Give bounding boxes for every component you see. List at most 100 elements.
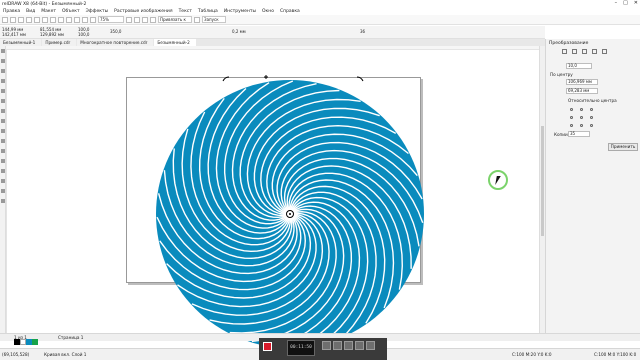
copies-label: Копии: bbox=[554, 132, 570, 137]
publish-pdf-icon[interactable] bbox=[90, 16, 96, 23]
cursor-coordinates: (69,105,528) bbox=[2, 352, 30, 357]
property-bar: 144,99 мм 142,417 мм 81,554 мм 129,892 м… bbox=[0, 26, 545, 39]
artistic-media-icon[interactable] bbox=[1, 99, 5, 103]
rotation-handle-right bbox=[356, 76, 364, 82]
horizontal-ruler bbox=[6, 46, 539, 50]
crop-tool-icon[interactable] bbox=[1, 69, 5, 73]
zoom-tool-icon[interactable] bbox=[1, 79, 5, 83]
settings-button[interactable] bbox=[366, 341, 375, 350]
page-tab[interactable]: Страница 1 bbox=[58, 335, 83, 340]
grid-icon[interactable] bbox=[142, 16, 148, 23]
draw-button[interactable] bbox=[333, 341, 342, 350]
pick-tool-icon[interactable] bbox=[1, 49, 5, 53]
pause-button[interactable] bbox=[322, 341, 331, 350]
mic-button[interactable] bbox=[355, 341, 364, 350]
text-tool-icon[interactable] bbox=[1, 139, 5, 143]
window-title: reIDRAW X8 (64-Bit) - Безымянный-2 bbox=[2, 1, 87, 7]
y-position-field[interactable]: 142,417 мм bbox=[2, 32, 26, 37]
rotation-field[interactable]: 350,0 bbox=[110, 29, 121, 34]
import-icon[interactable] bbox=[74, 16, 80, 23]
eyedropper-tool-icon[interactable] bbox=[1, 189, 5, 193]
center-marker-dot bbox=[289, 213, 291, 215]
print-icon[interactable] bbox=[26, 16, 32, 23]
transform-modes bbox=[562, 49, 607, 54]
menu-help[interactable]: Справка bbox=[280, 9, 300, 14]
tab-untitled-2[interactable]: Безымянный-2 bbox=[154, 39, 196, 46]
menu-object[interactable]: Объект bbox=[62, 9, 80, 14]
tab-step-and-repeat[interactable]: Многократное повторение.cdr bbox=[77, 39, 154, 46]
connector-tool-icon[interactable] bbox=[1, 169, 5, 173]
outline-info: C:100 M:0 Y:100 K:0 bbox=[594, 352, 637, 357]
close-button[interactable]: ✕ bbox=[634, 0, 638, 6]
menu-view[interactable]: Вид bbox=[26, 9, 35, 14]
rotate-mode-icon[interactable] bbox=[572, 49, 577, 54]
copy-icon[interactable] bbox=[42, 16, 48, 23]
rectangle-tool-icon[interactable] bbox=[1, 109, 5, 113]
options-gear-icon[interactable] bbox=[194, 16, 200, 23]
tab-example[interactable]: Пример.cdr bbox=[42, 39, 77, 46]
rulers-icon[interactable] bbox=[134, 16, 140, 23]
polygon-tool-icon[interactable] bbox=[1, 129, 5, 133]
scale-y-field[interactable]: 100,0 bbox=[78, 32, 89, 37]
fullscreen-icon[interactable] bbox=[126, 16, 132, 23]
open-icon[interactable] bbox=[10, 16, 16, 23]
nib-field[interactable]: 36 bbox=[360, 29, 365, 34]
document-palette bbox=[14, 339, 38, 345]
title-bar: reIDRAW X8 (64-Bit) - Безымянный-2 – □ ✕ bbox=[0, 0, 640, 8]
skew-mode-icon[interactable] bbox=[602, 49, 607, 54]
position-mode-icon[interactable] bbox=[562, 49, 567, 54]
menu-effects[interactable]: Эффекты bbox=[86, 9, 109, 14]
save-icon[interactable] bbox=[18, 16, 24, 23]
window-controls: – □ ✕ bbox=[615, 0, 638, 6]
shape-tool-icon[interactable] bbox=[1, 59, 5, 63]
freehand-tool-icon[interactable] bbox=[1, 89, 5, 93]
redo-icon[interactable] bbox=[66, 16, 72, 23]
fill-info: C:100 M:20 Y:0 K:0 bbox=[512, 352, 552, 357]
shadow-tool-icon[interactable] bbox=[1, 179, 5, 183]
snap-to-dropdown[interactable]: Привязать к bbox=[158, 16, 192, 23]
center-label: По центру bbox=[550, 72, 573, 77]
tab-untitled-1[interactable]: Безымянный-1 bbox=[0, 39, 42, 46]
anchor-grid[interactable] bbox=[568, 107, 598, 129]
spiral-artwork[interactable] bbox=[155, 73, 425, 360]
center-y-field[interactable]: 69,283 мм bbox=[566, 88, 598, 94]
standard-toolbar: 75% Привязать к Запуск bbox=[0, 15, 640, 25]
document-tabs: Безымянный-1 Пример.cdr Многократное пов… bbox=[0, 39, 545, 46]
scale-mode-icon[interactable] bbox=[582, 49, 587, 54]
transform-docker: Преобразование 10,0 По центру 106,969 мм… bbox=[545, 39, 640, 335]
paste-icon[interactable] bbox=[50, 16, 56, 23]
guides-icon[interactable] bbox=[150, 16, 156, 23]
center-x-field[interactable]: 106,969 мм bbox=[566, 79, 598, 85]
swatch-green[interactable] bbox=[32, 339, 38, 345]
menu-text[interactable]: Текст bbox=[179, 9, 192, 14]
record-stop-button[interactable] bbox=[263, 342, 272, 351]
relative-center-checkbox[interactable]: Относительно центра bbox=[568, 98, 617, 103]
export-icon[interactable] bbox=[82, 16, 88, 23]
launch-dropdown[interactable]: Запуск bbox=[202, 16, 226, 23]
maximize-button[interactable]: □ bbox=[623, 0, 628, 6]
scrollbar-thumb[interactable] bbox=[541, 126, 544, 236]
minimize-button[interactable]: – bbox=[615, 0, 618, 6]
recording-timer: 00:11:50 bbox=[287, 340, 315, 356]
fill-tool-icon[interactable] bbox=[1, 199, 5, 203]
apply-button[interactable]: Применить bbox=[608, 143, 638, 151]
menu-window[interactable]: Окно bbox=[262, 9, 274, 14]
menu-bitmaps[interactable]: Растровые изображения bbox=[114, 9, 172, 14]
camera-button[interactable] bbox=[344, 341, 353, 350]
height-field[interactable]: 129,892 мм bbox=[40, 32, 64, 37]
outline-width-field[interactable]: 0,2 мм bbox=[232, 29, 246, 34]
undo-icon[interactable] bbox=[58, 16, 64, 23]
size-mode-icon[interactable] bbox=[592, 49, 597, 54]
rotation-angle-field[interactable]: 10,0 bbox=[566, 63, 592, 69]
menu-tools[interactable]: Инструменты bbox=[224, 9, 256, 14]
zoom-level-select[interactable]: 75% bbox=[98, 16, 124, 23]
table-tool-icon[interactable] bbox=[1, 149, 5, 153]
menu-table[interactable]: Таблица bbox=[198, 9, 218, 14]
dimension-tool-icon[interactable] bbox=[1, 159, 5, 163]
menu-edit[interactable]: Правка bbox=[3, 9, 20, 14]
menu-layout[interactable]: Макет bbox=[41, 9, 56, 14]
cut-icon[interactable] bbox=[34, 16, 40, 23]
new-icon[interactable] bbox=[2, 16, 8, 23]
copies-field[interactable]: 35 bbox=[568, 131, 590, 137]
ellipse-tool-icon[interactable] bbox=[1, 119, 5, 123]
